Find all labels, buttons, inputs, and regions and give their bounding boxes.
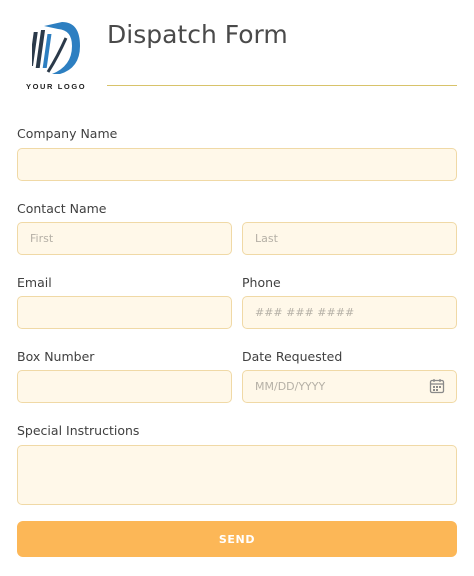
company-logo: YOUR LOGO [22, 16, 92, 96]
date-requested-field [242, 370, 457, 403]
email-input[interactable] [17, 296, 232, 329]
send-button[interactable]: SEND [17, 521, 457, 557]
company-name-input[interactable] [17, 148, 457, 181]
phone-input[interactable] [242, 296, 457, 329]
first-name-input[interactable] [17, 222, 232, 255]
date-requested-input[interactable] [242, 370, 457, 403]
phone-label: Phone [242, 275, 281, 290]
calendar-icon[interactable] [429, 378, 445, 394]
form-title: Dispatch Form [107, 20, 288, 49]
box-number-label: Box Number [17, 349, 95, 364]
date-requested-label: Date Requested [242, 349, 343, 364]
title-divider [107, 85, 457, 86]
company-name-label: Company Name [17, 126, 118, 141]
box-number-input[interactable] [17, 370, 232, 403]
form-header: YOUR LOGO Dispatch Form [0, 0, 474, 100]
email-label: Email [17, 275, 52, 290]
special-instructions-label: Special Instructions [17, 423, 140, 438]
special-instructions-textarea[interactable] [17, 445, 457, 505]
last-name-input[interactable] [242, 222, 457, 255]
contact-name-label: Contact Name [17, 201, 107, 216]
logo-mark-icon [32, 22, 80, 74]
logo-text: YOUR LOGO [26, 82, 87, 91]
